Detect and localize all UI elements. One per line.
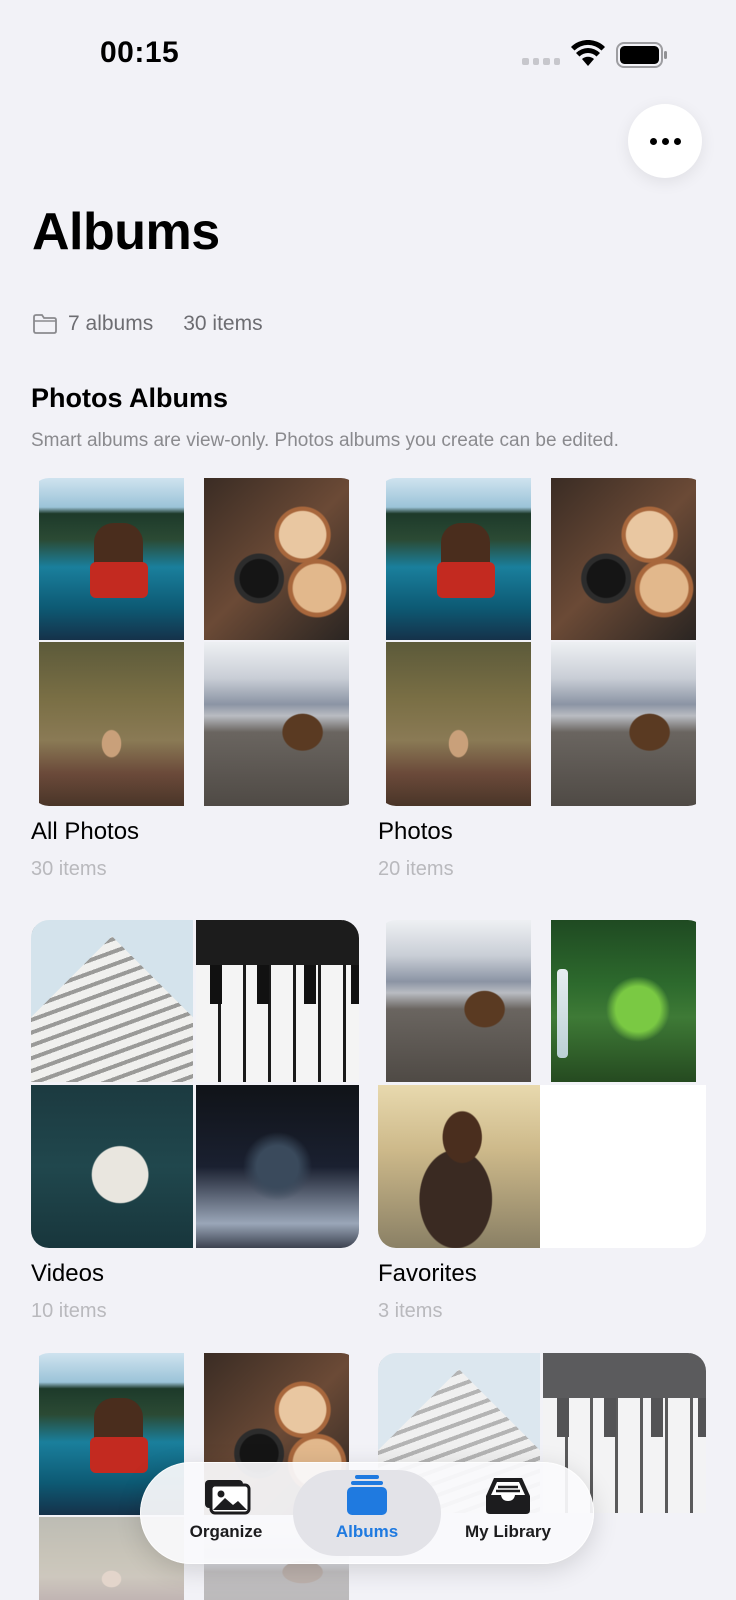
album-count: 20 items [378,858,454,880]
section-title: Photos Albums [31,383,229,413]
album-name: Videos [31,1260,104,1287]
items-count: 30 items [183,312,263,335]
album-count: 10 items [31,1300,107,1322]
photo-bear [204,642,349,806]
album-count: 30 items [31,858,107,880]
photos-stack-icon [205,1480,251,1515]
photo-man [378,1085,540,1248]
album-videos[interactable]: Videos 10 items [31,920,359,1322]
album-name: All Photos [31,818,140,845]
ellipsis-icon [649,137,657,145]
tab-bar: Organize Albums My Library [140,1462,594,1564]
wifi-icon [571,40,605,66]
folder-icon [33,314,57,334]
album-thumbnail [378,920,706,1248]
tab-label: Albums [335,1522,399,1541]
album-favorites[interactable]: Favorites 3 items [378,920,706,1322]
tab-label: Organize [189,1522,263,1541]
cellular-signal-icon [522,58,560,66]
photo-couple [196,1085,359,1248]
albums-count: 7 albums [68,312,154,335]
album-thumbnail [378,478,706,806]
photo-lake [39,478,184,640]
tab-my-library[interactable]: My Library [434,1470,582,1556]
empty-slot [540,1085,706,1248]
album-thumbnail [31,478,359,806]
photo-deer [386,642,531,806]
tab-albums[interactable]: Albums [293,1470,441,1556]
photo-coffee [204,478,349,640]
tray-icon [486,1478,530,1514]
album-photos[interactable]: Photos 20 items [378,478,706,880]
photo-boat [31,1085,193,1248]
photo-bear [551,642,696,806]
albums-stack-icon [347,1475,387,1515]
section-subtitle: Smart albums are view-only. Photos album… [31,430,619,451]
photo-coffee [551,478,696,640]
album-name: Photos [378,818,453,845]
status-time: 00:15 [100,36,180,69]
album-thumbnail [31,920,359,1248]
album-name: Favorites [378,1260,477,1287]
page-title: Albums [32,203,220,261]
albums-summary: 7 albums 30 items [32,312,263,336]
more-options-button[interactable] [628,104,702,178]
battery-icon [616,42,667,68]
tab-organize[interactable]: Organize [152,1470,300,1556]
photo-piano [196,920,359,1082]
photo-waterfall [551,920,696,1082]
photo-lake [386,478,531,640]
photo-deer [39,642,184,806]
photo-building [31,920,193,1082]
album-all-photos[interactable]: All Photos 30 items [31,478,359,880]
status-bar: 00:15 [0,0,736,100]
photo-bear [386,920,531,1082]
album-count: 3 items [378,1300,443,1322]
tab-label: My Library [465,1522,551,1541]
